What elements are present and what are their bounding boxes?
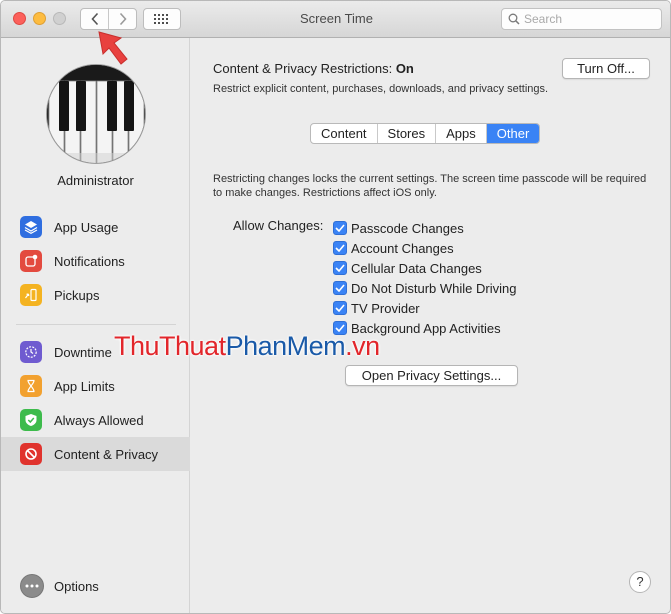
checkmark-icon [333,281,347,295]
checkbox-do-not-disturb-while-driving[interactable]: Do Not Disturb While Driving [333,278,516,298]
sidebar-item-label: Downtime [54,344,112,360]
allow-changes-list: Passcode Changes Account Changes Cellula… [333,218,516,338]
sidebar-item-app-usage[interactable]: App Usage [1,210,190,244]
restrictions-heading-label: Content & Privacy Restrictions: [213,61,393,76]
checkbox-account-changes[interactable]: Account Changes [333,238,516,258]
watermark: ThuThuatPhanMem.vn [114,331,380,362]
user-name: Administrator [57,173,134,188]
search-input[interactable] [524,12,644,26]
tab-bar: Content Stores Apps Other [310,123,541,144]
checkmark-icon [333,261,347,275]
sidebar-item-pickups[interactable]: Pickups [1,278,190,312]
sidebar-item-label: Notifications [54,253,125,269]
hourglass-icon [20,375,42,397]
piano-keys-avatar-image [47,65,145,163]
sidebar: Administrator App Usage Notifications Pi… [1,38,190,613]
options-button[interactable]: Options [20,574,99,598]
checkmark-shield-icon [20,409,42,431]
phone-pickup-icon [20,284,42,306]
content-pane: Content & Privacy Restrictions: On Turn … [191,38,670,613]
help-button[interactable]: ? [629,571,651,593]
sidebar-item-label: App Usage [54,219,119,235]
sidebar-item-app-limits[interactable]: App Limits [1,369,190,403]
restrictions-heading: Content & Privacy Restrictions: On [213,61,414,76]
avatar[interactable] [46,64,146,164]
layers-icon [20,216,42,238]
ellipsis-icon [20,574,44,598]
no-entry-icon [20,443,42,465]
search-field[interactable] [501,8,662,30]
sidebar-item-label: Content & Privacy [54,446,159,462]
search-icon [508,13,520,25]
moon-clock-icon [20,341,42,363]
checkbox-label: Account Changes [351,240,454,256]
restrictions-status: On [395,61,414,76]
sidebar-item-content-privacy[interactable]: Content & Privacy [1,437,190,471]
checkbox-label: Cellular Data Changes [351,260,482,276]
screen-time-window: Screen Time Search Administrator App Usa… [0,0,671,614]
checkbox-tv-provider[interactable]: TV Provider [333,298,516,318]
sidebar-item-label: Always Allowed [54,412,144,428]
sidebar-item-notifications[interactable]: Notifications [1,244,190,278]
checkbox-passcode-changes[interactable]: Passcode Changes [333,218,516,238]
checkmark-icon [333,221,347,235]
checkmark-icon [333,241,347,255]
sidebar-item-always-allowed[interactable]: Always Allowed [1,403,190,437]
options-label: Options [54,578,99,594]
checkmark-icon [333,301,347,315]
notification-badge-icon [20,250,42,272]
checkbox-cellular-data-changes[interactable]: Cellular Data Changes [333,258,516,278]
checkbox-label: Passcode Changes [351,220,464,236]
restrictions-description: Restrict explicit content, purchases, do… [213,83,549,95]
watermark-part-3: .vn [345,331,380,361]
watermark-part-1: ThuThuat [114,331,226,361]
restriction-notice: Restricting changes locks the current se… [213,173,647,199]
tab-other[interactable]: Other [485,124,540,143]
tab-stores[interactable]: Stores [376,124,436,143]
tab-content[interactable]: Content [311,124,377,143]
watermark-part-2: PhanMem [225,331,346,361]
sidebar-divider [16,324,176,325]
turn-off-button[interactable]: Turn Off... [562,58,650,79]
open-privacy-settings-button[interactable]: Open Privacy Settings... [345,365,518,386]
checkbox-label: Do Not Disturb While Driving [351,280,517,296]
pointer-arrow-icon [98,31,128,65]
sidebar-item-label: App Limits [54,378,115,394]
checkbox-label: TV Provider [351,300,420,316]
tab-apps[interactable]: Apps [435,124,486,143]
allow-changes-label: Allow Changes: [233,218,324,233]
sidebar-item-label: Pickups [54,287,100,303]
